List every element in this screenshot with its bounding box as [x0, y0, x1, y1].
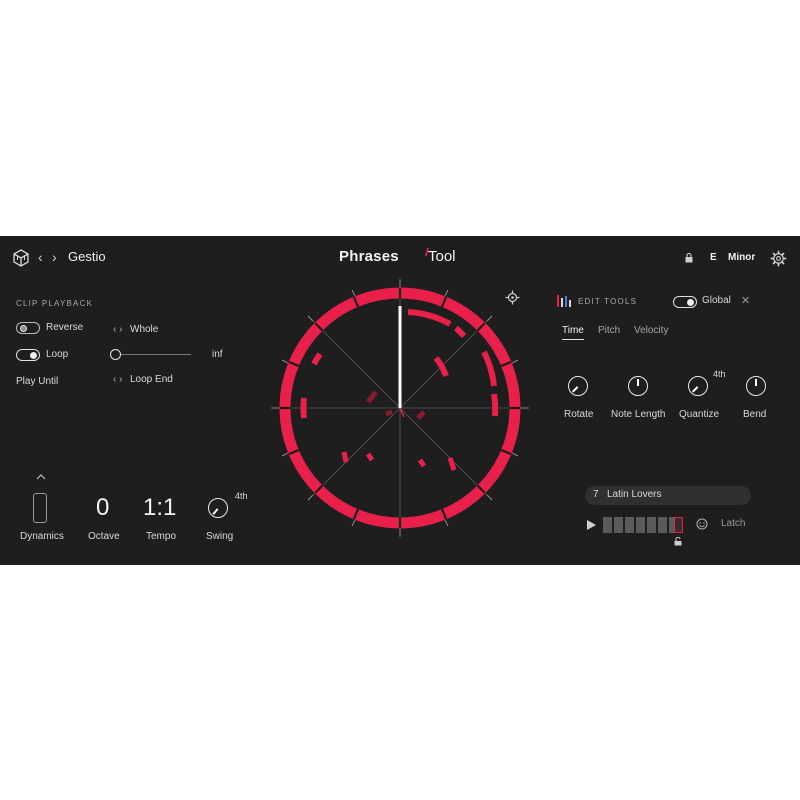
global-label: Global — [702, 295, 731, 306]
tab-time[interactable]: Time — [562, 325, 584, 340]
tempo-value[interactable]: 1:1 — [143, 494, 176, 522]
loop-toggle[interactable] — [16, 349, 40, 361]
quantize-division[interactable]: 4th — [713, 369, 726, 379]
slider-max-label: inf — [212, 349, 223, 360]
clip-playback-heading: CLIP PLAYBACK — [16, 299, 94, 308]
reverse-label: Reverse — [46, 322, 84, 333]
phrase-ring-visualizer[interactable] — [268, 276, 532, 540]
play-until-label: Play Until — [16, 376, 59, 387]
step-1[interactable] — [603, 517, 612, 533]
gear-icon[interactable] — [770, 250, 787, 267]
phrase-preset-selector[interactable]: 7 Latin Lovers — [585, 486, 751, 505]
play-icon[interactable] — [586, 519, 597, 531]
loop-end-value[interactable]: Loop End — [130, 374, 173, 385]
step-3[interactable] — [625, 517, 634, 533]
tab-pitch[interactable]: Pitch — [598, 325, 620, 336]
unlock-icon[interactable] — [674, 537, 682, 546]
target-icon[interactable] — [505, 290, 520, 305]
key-note[interactable]: E — [710, 252, 717, 263]
close-icon[interactable]: ✕ — [741, 294, 750, 307]
key-scale[interactable]: Minor — [728, 252, 755, 263]
loop-length-slider-track[interactable] — [116, 354, 191, 355]
bend-label: Bend — [743, 409, 767, 420]
loop-length-slider-handle[interactable] — [110, 349, 121, 360]
preset-name[interactable]: Gestio — [68, 249, 106, 264]
latch-label[interactable]: Latch — [721, 518, 745, 529]
whole-value[interactable]: Whole — [130, 324, 158, 335]
swing-division[interactable]: 4th — [235, 491, 248, 501]
global-toggle[interactable] — [673, 296, 697, 308]
preset-number: 7 — [593, 489, 599, 500]
bend-knob[interactable] — [746, 376, 766, 396]
reverse-toggle[interactable] — [16, 322, 40, 334]
rotate-label: Rotate — [564, 409, 594, 420]
step-2[interactable] — [614, 517, 623, 533]
octave-label: Octave — [88, 531, 120, 542]
chevron-left-icon[interactable]: ‹ — [38, 249, 43, 265]
quantize-knob[interactable] — [688, 376, 708, 396]
app-subtitle: Tool — [428, 248, 456, 265]
step-8-selected[interactable] — [674, 517, 683, 533]
phrases-tool-panel: ‹ › Gestio Phrases Tool E Minor CLIP PLA… — [0, 236, 800, 565]
chevron-up-icon[interactable] — [36, 473, 46, 480]
loop-end-selector-arrows[interactable]: ‹ › — [113, 374, 122, 385]
preset-name-value: Latin Lovers — [607, 489, 662, 500]
note-length-knob[interactable] — [628, 376, 648, 396]
tempo-label: Tempo — [146, 531, 177, 542]
step-5[interactable] — [647, 517, 656, 533]
edit-tools-icon — [557, 295, 571, 307]
octave-value[interactable]: 0 — [96, 494, 109, 522]
quantize-label: Quantize — [679, 409, 720, 420]
step-4[interactable] — [636, 517, 645, 533]
chevron-right-icon[interactable]: › — [52, 249, 57, 265]
lock-icon[interactable] — [685, 253, 693, 263]
whole-selector-arrows[interactable]: ‹ › — [113, 324, 122, 335]
edit-tools-heading: EDIT TOOLS — [578, 297, 638, 306]
dynamics-label: Dynamics — [20, 531, 64, 542]
tab-velocity[interactable]: Velocity — [634, 325, 668, 336]
cube-icon[interactable] — [12, 249, 30, 267]
app-title: Phrases — [339, 248, 399, 265]
dynamics-fader[interactable] — [33, 493, 47, 523]
rotate-knob[interactable] — [568, 376, 588, 396]
swing-knob[interactable] — [208, 498, 228, 518]
note-length-label: Note Length — [611, 409, 666, 420]
latch-icon[interactable] — [696, 518, 708, 530]
step-6[interactable] — [658, 517, 667, 533]
swing-label: Swing — [206, 531, 234, 542]
loop-label: Loop — [46, 349, 69, 360]
